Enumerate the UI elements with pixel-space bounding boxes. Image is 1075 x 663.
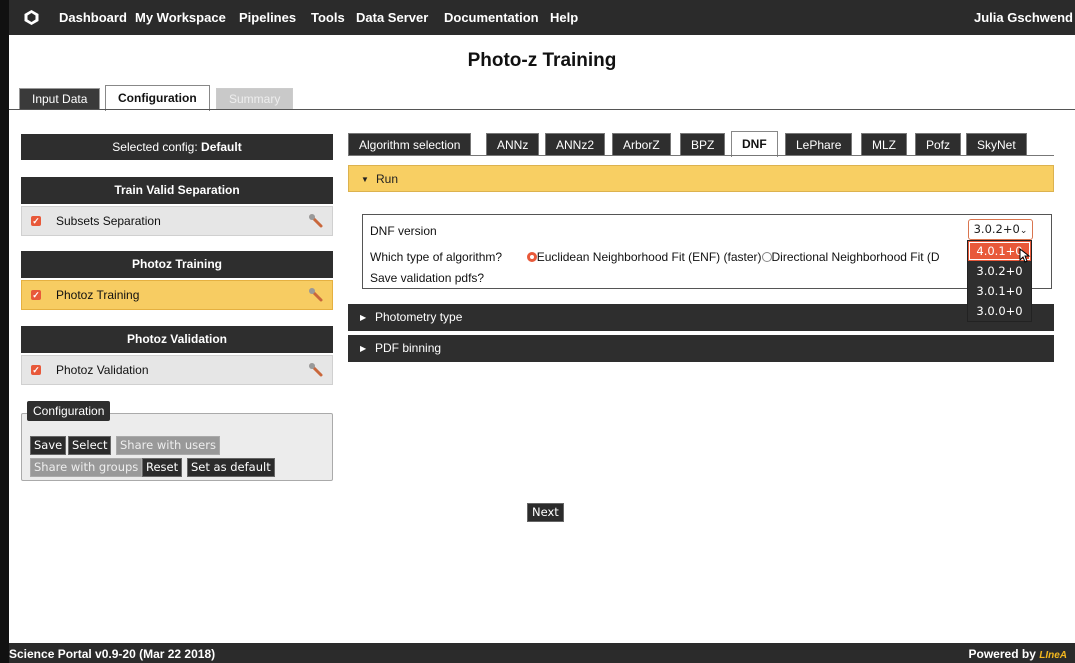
radio-dnf-label[interactable]: Directional Neighborhood Fit (D bbox=[772, 250, 940, 264]
tab-lephare[interactable]: LePhare bbox=[785, 133, 853, 156]
accordion-run[interactable]: ▼ Run bbox=[348, 165, 1054, 192]
set-as-default-button[interactable]: Set as default bbox=[187, 458, 275, 477]
user-name[interactable]: Julia Gschwend bbox=[974, 10, 1073, 25]
radio-enf[interactable] bbox=[526, 252, 537, 262]
linea-logo[interactable]: LIneA bbox=[1039, 650, 1067, 661]
dnf-version-value: 3.0.2+0 bbox=[973, 222, 1020, 236]
caret-right-icon: ▶ bbox=[360, 344, 367, 353]
sidebar-item-photoz-training[interactable]: ✓ Photoz Training bbox=[21, 280, 333, 310]
nav-my-workspace[interactable]: My Workspace bbox=[135, 10, 226, 25]
version-option[interactable]: 3.0.1+0 bbox=[968, 281, 1031, 301]
radio-enf-label[interactable]: Euclidean Neighborhood Fit (ENF) (faster… bbox=[537, 250, 762, 264]
powered-by: Powered by LIneA bbox=[969, 647, 1067, 661]
save-button[interactable]: Save bbox=[30, 436, 67, 455]
tab-mlz[interactable]: MLZ bbox=[861, 133, 907, 156]
version-option[interactable]: 3.0.0+0 bbox=[968, 301, 1031, 321]
checkbox-icon[interactable]: ✓ bbox=[31, 216, 41, 226]
group-header-photoz-validation: Photoz Validation bbox=[21, 326, 333, 353]
next-button[interactable]: Next bbox=[527, 503, 564, 522]
tab-dnf[interactable]: DNF bbox=[731, 131, 778, 157]
nav-dashboard[interactable]: Dashboard bbox=[59, 10, 127, 25]
selected-config-label: Selected config: bbox=[112, 140, 202, 154]
share-with-users-button[interactable]: Share with users bbox=[116, 436, 220, 455]
mouse-cursor-icon bbox=[1019, 248, 1031, 263]
run-panel: DNF version Which type of algorithm? Euc… bbox=[362, 214, 1052, 289]
tab-pofz[interactable]: Pofz bbox=[915, 133, 962, 156]
algorithm-type-row: Which type of algorithm? Euclidean Neigh… bbox=[370, 250, 940, 264]
accordion-pdf-label: PDF binning bbox=[375, 341, 442, 355]
tab-input-data[interactable]: Input Data bbox=[19, 88, 101, 110]
accordion-run-label: Run bbox=[376, 172, 399, 186]
tab-divider bbox=[9, 109, 1075, 110]
app-window: Dashboard My Workspace Pipelines Tools D… bbox=[0, 0, 1075, 663]
accordion-pdf-binning[interactable]: ▶ PDF binning bbox=[348, 335, 1054, 362]
caret-right-icon: ▶ bbox=[360, 313, 367, 322]
window-edge bbox=[0, 0, 9, 663]
selected-config-bar: Selected config: Default bbox=[21, 134, 333, 160]
algorithm-tab-divider bbox=[348, 155, 1054, 156]
checkbox-icon[interactable]: ✓ bbox=[31, 365, 41, 375]
tab-configuration[interactable]: Configuration bbox=[105, 85, 210, 111]
radio-dnf[interactable] bbox=[761, 252, 772, 262]
tab-algorithm-selection[interactable]: Algorithm selection bbox=[348, 133, 472, 156]
version-option[interactable]: 3.0.2+0 bbox=[968, 261, 1031, 281]
accordion-photometry-label: Photometry type bbox=[375, 310, 463, 324]
algorithm-type-label: Which type of algorithm? bbox=[370, 250, 503, 264]
tab-bpz[interactable]: BPZ bbox=[680, 133, 726, 156]
top-navbar: Dashboard My Workspace Pipelines Tools D… bbox=[9, 0, 1075, 35]
powered-by-label: Powered by bbox=[968, 647, 1036, 661]
footer: Science Portal v0.9-20 (Mar 22 2018) Pow… bbox=[9, 643, 1075, 663]
nav-help[interactable]: Help bbox=[550, 10, 578, 25]
share-with-groups-button[interactable]: Share with groups bbox=[30, 458, 143, 477]
reset-button[interactable]: Reset bbox=[142, 458, 183, 477]
page-title: Photo-z Training bbox=[467, 50, 617, 71]
configuration-legend: Configuration bbox=[27, 401, 111, 421]
wrench-icon[interactable] bbox=[308, 362, 324, 378]
selected-config-value: Default bbox=[201, 140, 242, 154]
wrench-icon[interactable] bbox=[308, 287, 324, 303]
select-button[interactable]: Select bbox=[68, 436, 112, 455]
sidebar-item-label: Subsets Separation bbox=[56, 214, 161, 228]
dnf-version-select[interactable]: 3.0.2+0⌄ bbox=[968, 219, 1033, 240]
tab-arborz[interactable]: ArborZ bbox=[612, 133, 671, 156]
tab-annz[interactable]: ANNz bbox=[486, 133, 540, 156]
save-pdfs-label: Save validation pdfs? bbox=[370, 271, 485, 285]
sidebar-item-photoz-validation[interactable]: ✓ Photoz Validation bbox=[21, 355, 333, 385]
dnf-version-label: DNF version bbox=[370, 224, 437, 238]
caret-down-icon: ▼ bbox=[361, 175, 369, 184]
group-header-photoz-training: Photoz Training bbox=[21, 251, 333, 278]
portal-logo-icon[interactable] bbox=[23, 9, 40, 26]
sidebar-item-label: Photoz Validation bbox=[56, 363, 149, 377]
sidebar-item-subsets-separation[interactable]: ✓ Subsets Separation bbox=[21, 206, 333, 236]
checkbox-icon[interactable]: ✓ bbox=[31, 290, 41, 300]
nav-documentation[interactable]: Documentation bbox=[444, 10, 539, 25]
wrench-icon[interactable] bbox=[308, 213, 324, 229]
tab-skynet[interactable]: SkyNet bbox=[966, 133, 1027, 156]
tab-annz2[interactable]: ANNz2 bbox=[545, 133, 606, 156]
nav-data-server[interactable]: Data Server bbox=[356, 10, 428, 25]
chevron-down-icon: ⌄ bbox=[1019, 226, 1028, 236]
accordion-photometry-type[interactable]: ▶ Photometry type bbox=[348, 304, 1054, 331]
tab-summary: Summary bbox=[216, 88, 294, 110]
sidebar-item-label: Photoz Training bbox=[56, 288, 140, 302]
group-header-train-valid: Train Valid Separation bbox=[21, 177, 333, 204]
nav-tools[interactable]: Tools bbox=[311, 10, 345, 25]
app-version: Science Portal v0.9-20 (Mar 22 2018) bbox=[9, 647, 216, 661]
nav-pipelines[interactable]: Pipelines bbox=[239, 10, 296, 25]
